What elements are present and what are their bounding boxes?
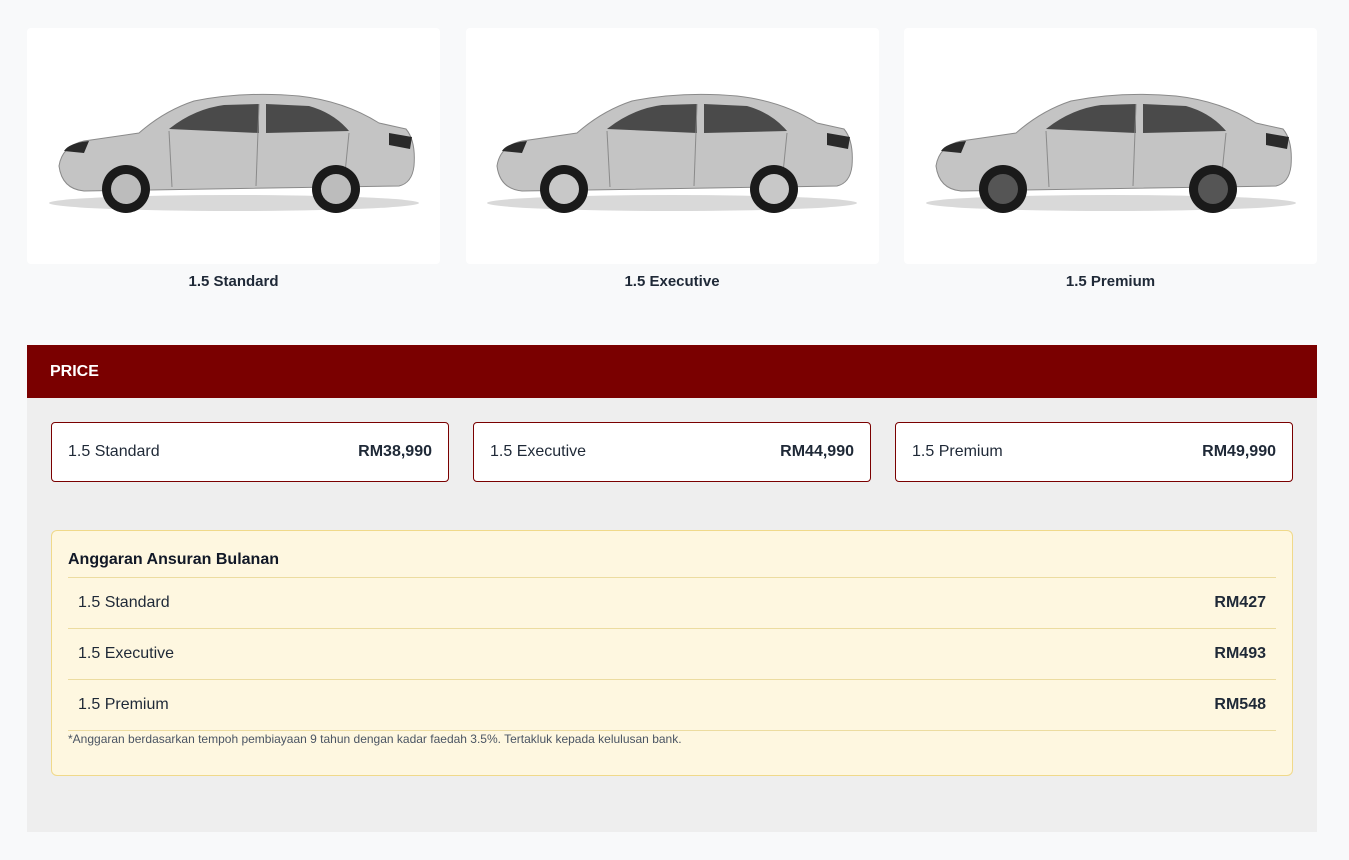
installment-title: Anggaran Ansuran Bulanan [68,531,1276,578]
price-card-variant: 1.5 Executive [490,443,587,460]
installment-note: *Anggaran berdasarkan tempoh pembiayaan … [68,732,682,746]
price-card[interactable]: 1.5 Premium RM49,990 [895,422,1293,482]
installment-row: 1.5 Premium RM548 [68,680,1276,731]
price-header: PRICE [27,345,1317,398]
car-icon [925,93,1296,213]
installment-amount: RM493 [1214,645,1266,662]
variant-name: 1.5 Premium [1065,273,1156,290]
car-icon [487,93,857,213]
price-card[interactable]: 1.5 Executive RM44,990 [473,422,871,482]
price-card-amount: RM38,990 [358,443,432,460]
installment-row: 1.5 Standard RM427 [68,578,1276,629]
price-card-amount: RM49,990 [1202,443,1276,460]
variant-gallery: 1.5 Standard 1.5 Executive 1.5 Premium [27,28,1317,292]
price-card-variant: 1.5 Premium [912,443,1003,460]
car-icon [48,93,419,213]
variant-card-standard[interactable]: 1.5 Standard [27,28,440,292]
variant-name: 1.5 Executive [624,273,720,290]
price-card-variant: 1.5 Standard [68,443,160,460]
price-card[interactable]: 1.5 Standard RM38,990 [51,422,449,482]
installment-variant: 1.5 Premium [78,696,169,713]
variant-name: 1.5 Standard [188,273,279,290]
variant-card-executive[interactable]: 1.5 Executive [465,28,879,292]
installment-variant: 1.5 Executive [78,645,175,662]
car-image-premium[interactable] [904,28,1317,264]
price-section: PRICE 1.5 Standard RM38,990 1.5 Executiv… [27,345,1317,832]
installment-amount: RM548 [1214,696,1266,713]
car-image-standard[interactable] [27,28,440,264]
car-image-executive[interactable] [465,28,879,264]
installment-amount: RM427 [1214,594,1266,611]
price-card-amount: RM44,990 [780,443,854,460]
installment-row: 1.5 Executive RM493 [68,629,1276,680]
installment-panel: Anggaran Ansuran Bulanan 1.5 Standard RM… [51,530,1293,776]
installment-variant: 1.5 Standard [78,594,170,611]
price-cards: 1.5 Standard RM38,990 1.5 Executive RM44… [51,422,1293,482]
variant-card-premium[interactable]: 1.5 Premium [904,28,1317,292]
